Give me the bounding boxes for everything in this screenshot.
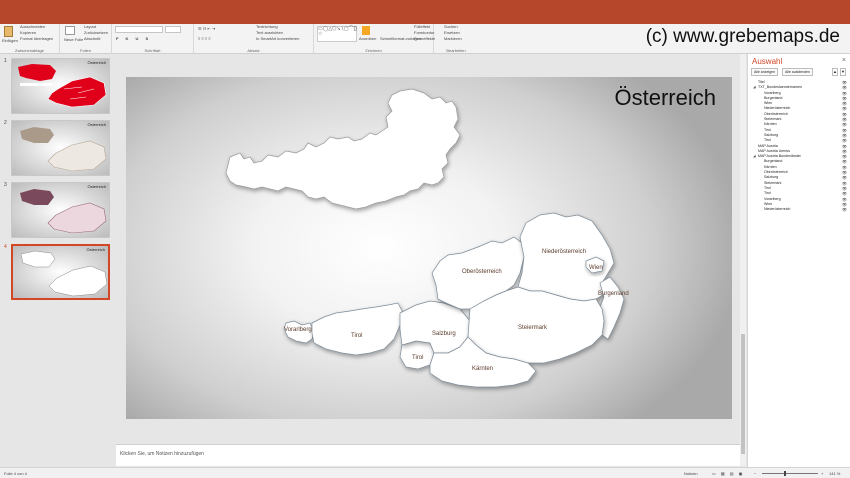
title-bar	[0, 0, 850, 24]
font-name-input[interactable]	[115, 26, 163, 33]
state-niederoesterreich[interactable]	[517, 212, 615, 302]
drawing-group-label: Zeichnen	[365, 48, 382, 53]
replace-button[interactable]: Ersetzen	[444, 30, 460, 35]
zoom-slider[interactable]	[762, 473, 818, 474]
arrange-button[interactable]: Anordnen	[359, 36, 376, 41]
zoom-slider-handle[interactable]	[784, 471, 786, 476]
slide-thumbnail-4[interactable]: Österreich	[11, 244, 110, 300]
paragraph-group: ☰ ☷ ⇤ ⇥ ≡ ≡ ≡ ≡ Textrichtung Text ausric…	[194, 24, 314, 54]
paste-icon[interactable]	[4, 26, 13, 37]
hide-all-button[interactable]: Alle ausblenden	[782, 68, 813, 76]
reset-button[interactable]: Zurücksetzen	[84, 30, 108, 35]
austria-outline-map-icon[interactable]	[225, 88, 461, 210]
thumbnail-title: Österreich	[87, 122, 106, 127]
close-icon[interactable]: ×	[842, 57, 846, 64]
zoom-level[interactable]: 141 %	[829, 471, 840, 476]
move-down-icon[interactable]: ▼	[840, 68, 846, 76]
font-size-input[interactable]	[165, 26, 181, 33]
bullets-button[interactable]: ☰ ☷ ⇤ ⇥	[198, 26, 215, 31]
paragraph-group-label: Absatz	[247, 48, 260, 53]
visibility-eye-icon[interactable]: 👁	[842, 207, 847, 212]
new-slide-icon[interactable]	[65, 26, 75, 35]
find-button[interactable]: Suchen	[444, 24, 458, 29]
thumbnail-number: 2	[4, 120, 7, 126]
notes-area[interactable]: Klicken Sie, um Notizen hinzuzufügen	[116, 444, 740, 466]
label-kaernten[interactable]: Kärnten	[472, 366, 493, 372]
move-up-icon[interactable]: ▲	[832, 68, 838, 76]
format-painter-button[interactable]: Format übertragen	[20, 36, 53, 41]
selection-pane-title: Auswahl	[752, 57, 783, 66]
slide-thumbnail-3[interactable]: Österreich	[11, 182, 110, 238]
state-tirol[interactable]	[311, 302, 403, 356]
slide-counter: Folie 4 von 4	[4, 471, 27, 476]
slides-group: Neue Folie Layout Zurücksetzen Abschnitt…	[60, 24, 112, 54]
select-button[interactable]: Markieren	[444, 36, 462, 41]
show-all-button[interactable]: Alle anzeigen	[751, 68, 779, 76]
font-group-label: Schriftart	[144, 48, 161, 53]
notes-toggle-button[interactable]: Notizen	[684, 471, 698, 476]
thumbnail-number: 3	[4, 182, 7, 188]
selection-item-label: Niederösterreich	[764, 207, 791, 212]
status-bar: Folie 4 von 4 Notizen ▭ ▦ ▤ ▣ − + 141 %	[0, 467, 850, 478]
font-format-buttons[interactable]: F K U S	[116, 36, 151, 41]
editing-group: Suchen Ersetzen Markieren Bearbeiten	[434, 24, 478, 54]
clipboard-group: Einfügen Ausschneiden Kopieren Format üb…	[0, 24, 60, 54]
layout-button[interactable]: Layout	[84, 24, 96, 29]
align-buttons[interactable]: ≡ ≡ ≡ ≡	[198, 36, 211, 41]
shape-fill-button[interactable]: Fülleffekt	[414, 24, 430, 29]
state-burgenland[interactable]	[599, 276, 625, 340]
label-tirol-east[interactable]: Tirol	[412, 355, 423, 361]
selection-pane: Auswahl × Alle anzeigen Alle ausblenden …	[747, 54, 850, 468]
zoom-in-icon[interactable]: +	[821, 471, 823, 476]
section-button[interactable]: Abschnitt	[84, 36, 100, 41]
shapes-gallery[interactable]: ▭◯△⬠↘∖▢⌒{}☆	[317, 26, 357, 42]
slide-thumbnail-1[interactable]: Österreich	[11, 58, 110, 114]
copy-button[interactable]: Kopieren	[20, 30, 36, 35]
thumbnail-title: Österreich	[87, 184, 106, 189]
align-text-button[interactable]: Text ausrichten	[256, 30, 283, 35]
clipboard-group-label: Zwischenablage	[15, 48, 44, 53]
austria-states-map	[283, 212, 625, 388]
austria-thumbnail-map-icon	[20, 250, 108, 297]
cut-button[interactable]: Ausschneiden	[20, 24, 45, 29]
label-steiermark[interactable]: Steiermark	[518, 325, 548, 331]
shape-effects-button[interactable]: Formeffekte	[414, 36, 435, 41]
slide-canvas[interactable]: Österreich Vorarlberg Tirol Tirol Salzbu	[126, 77, 732, 419]
label-niederoesterreich[interactable]: Niederösterreich	[542, 249, 586, 255]
selection-item[interactable]: Niederösterreich 👁	[748, 207, 850, 212]
new-slide-button[interactable]: Neue Folie	[64, 37, 83, 42]
editor-scrollbar-thumb[interactable]	[741, 334, 745, 454]
zoom-out-icon[interactable]: −	[754, 471, 756, 476]
thumbnail-title: Österreich	[87, 60, 106, 65]
editor-scrollbar[interactable]	[740, 54, 746, 466]
label-wien[interactable]: Wien	[589, 265, 603, 271]
slides-group-label: Folien	[80, 48, 91, 53]
austria-thumbnail-map-icon	[20, 127, 107, 172]
label-oberoesterreich[interactable]: Oberösterreich	[462, 269, 502, 275]
drawing-group: ▭◯△⬠↘∖▢⌒{}☆ Anordnen Schnellformat-vorla…	[314, 24, 435, 54]
view-buttons[interactable]: ▭ ▦ ▤ ▣	[712, 471, 744, 476]
label-salzburg[interactable]: Salzburg	[432, 331, 456, 337]
font-group: F K U S Schriftart	[112, 24, 194, 54]
slide-maps: Vorarlberg Tirol Tirol Salzburg Oberöste…	[225, 88, 629, 388]
arrange-icon[interactable]	[362, 26, 370, 35]
paste-button[interactable]: Einfügen	[2, 38, 18, 43]
selection-list: Titel 👁 ◢ TXT_Bundeslaendernamen 👁 Vorarlberg…	[748, 80, 850, 212]
label-tirol[interactable]: Tirol	[351, 333, 362, 339]
label-burgenland[interactable]: Burgenland	[598, 291, 629, 297]
thumbnail-pane[interactable]: 1 Österreich 2 Österreich 3 Österreich 4…	[0, 54, 116, 468]
thumbnail-number: 4	[4, 244, 7, 250]
watermark-text: (c) www.grebemaps.de	[645, 26, 840, 47]
smartart-button[interactable]: In SmartArt konvertieren	[256, 36, 299, 41]
editing-group-label: Bearbeiten	[446, 48, 466, 53]
text-direction-button[interactable]: Textrichtung	[256, 24, 278, 29]
shape-outline-button[interactable]: Formkontur	[414, 30, 434, 35]
austria-thumbnail-map-icon	[20, 189, 107, 234]
austria-thumbnail-map-icon	[18, 64, 107, 108]
thumbnail-title: Österreich	[86, 247, 105, 252]
label-vorarlberg[interactable]: Vorarlberg	[284, 327, 312, 333]
slide-thumbnail-2[interactable]: Österreich	[11, 120, 110, 176]
thumbnail-number: 1	[4, 58, 7, 64]
